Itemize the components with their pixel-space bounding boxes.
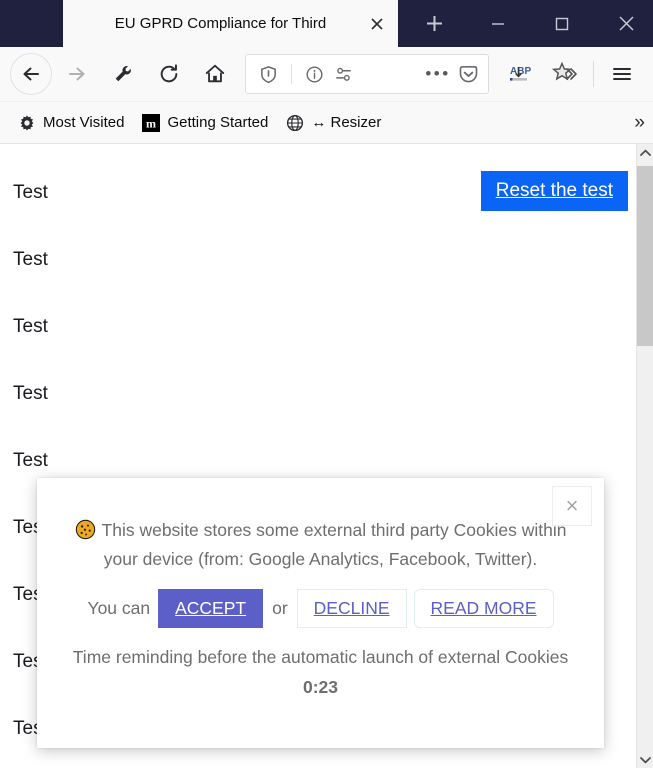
- permissions-icon[interactable]: [330, 61, 357, 88]
- cookie-dialog-actions: You can ACCEPT or DECLINE READ MORE: [37, 588, 604, 628]
- chevron-up-icon[interactable]: [637, 144, 653, 161]
- forward-arrow-icon: [54, 54, 100, 94]
- bookmarks-bar: Most Visited m Getting Started ↔ Resizer…: [0, 102, 653, 144]
- pocket-icon[interactable]: [455, 61, 482, 88]
- home-icon[interactable]: [192, 54, 238, 94]
- gear-icon: [18, 114, 36, 132]
- read-more-label: READ MORE: [430, 597, 537, 618]
- info-icon[interactable]: [301, 61, 328, 88]
- cookie-dialog-or-text: or: [272, 597, 288, 618]
- svg-text:ABP: ABP: [510, 66, 531, 77]
- vertical-scrollbar[interactable]: [636, 144, 653, 768]
- cookie-dialog-message: This website stores some external third …: [101, 520, 567, 570]
- maximize-icon[interactable]: [530, 0, 594, 47]
- bookmarks-overflow-icon[interactable]: »: [634, 102, 645, 143]
- star-chevron-icon[interactable]: [542, 54, 588, 94]
- reset-the-test-label: Reset the test: [495, 180, 613, 201]
- tab-close-icon[interactable]: [364, 11, 390, 37]
- tabstrip-leading-space: [0, 0, 63, 47]
- hamburger-menu-icon[interactable]: [599, 54, 645, 94]
- toolbar-separator: [593, 61, 594, 87]
- test-item: Test: [13, 249, 48, 270]
- decline-label: DECLINE: [313, 597, 390, 618]
- window-close-icon[interactable]: [594, 0, 653, 47]
- window-controls: [398, 0, 653, 47]
- mozilla-m-icon: m: [142, 113, 161, 132]
- test-item: Test: [13, 383, 48, 404]
- cookie-dialog-timer-text: Time reminding before the automatic laun…: [72, 646, 569, 667]
- svg-text:m: m: [146, 116, 156, 130]
- browser-tab[interactable]: EU GPRD Compliance for Third: [63, 0, 398, 47]
- cookie-dialog-close-button[interactable]: ×: [552, 486, 592, 526]
- scrollbar-thumb[interactable]: [637, 166, 653, 346]
- accept-label: ACCEPT: [175, 597, 247, 618]
- test-item: Test: [13, 450, 48, 471]
- adblock-plus-icon[interactable]: ABP: [496, 54, 542, 94]
- test-item: Test: [13, 316, 48, 337]
- tab-title: EU GPRD Compliance for Third: [114, 15, 327, 32]
- identity-box: [255, 61, 357, 88]
- identity-separator: [291, 64, 292, 84]
- new-tab-icon[interactable]: [402, 0, 466, 47]
- cookie-dialog-timer: Time reminding before the automatic laun…: [37, 643, 604, 703]
- reload-icon[interactable]: [146, 54, 192, 94]
- navigation-toolbar: ••• ABP: [0, 47, 653, 102]
- back-arrow-icon[interactable]: [10, 53, 52, 95]
- shield-icon[interactable]: [255, 61, 282, 88]
- cookie-dialog-timer-value: 0:23: [302, 676, 339, 697]
- decline-button[interactable]: DECLINE: [296, 588, 407, 628]
- bookmark-label: Getting Started: [167, 114, 269, 131]
- bookmark-label: ↔ Resizer: [311, 114, 382, 131]
- read-more-button[interactable]: READ MORE: [413, 588, 554, 628]
- reset-the-test-button[interactable]: Reset the test: [480, 171, 628, 211]
- cookie-dialog-lead-text: You can: [87, 597, 151, 618]
- page-actions-icon[interactable]: •••: [421, 61, 455, 88]
- cookie-consent-dialog: × This website stores some external thir…: [37, 478, 604, 748]
- cookie-icon: [75, 519, 96, 540]
- title-bar: EU GPRD Compliance for Third: [0, 0, 653, 47]
- page-viewport: Reset the test Test Test Test Test Test Test T…: [0, 144, 653, 768]
- accept-button[interactable]: ACCEPT: [158, 588, 264, 628]
- cookie-dialog-message-row: This website stores some external third …: [37, 478, 604, 575]
- bookmark-label: Most Visited: [43, 114, 125, 131]
- chevron-down-icon[interactable]: [637, 751, 653, 768]
- bookmark-most-visited[interactable]: Most Visited: [9, 111, 133, 135]
- bookmark-getting-started[interactable]: m Getting Started: [133, 111, 277, 135]
- url-bar[interactable]: •••: [245, 54, 489, 94]
- bookmark-resizer[interactable]: ↔ Resizer: [277, 111, 390, 135]
- test-item: Test: [13, 182, 48, 203]
- globe-icon: [286, 114, 304, 132]
- minimize-icon[interactable]: [466, 0, 530, 47]
- wrench-icon[interactable]: [100, 54, 146, 94]
